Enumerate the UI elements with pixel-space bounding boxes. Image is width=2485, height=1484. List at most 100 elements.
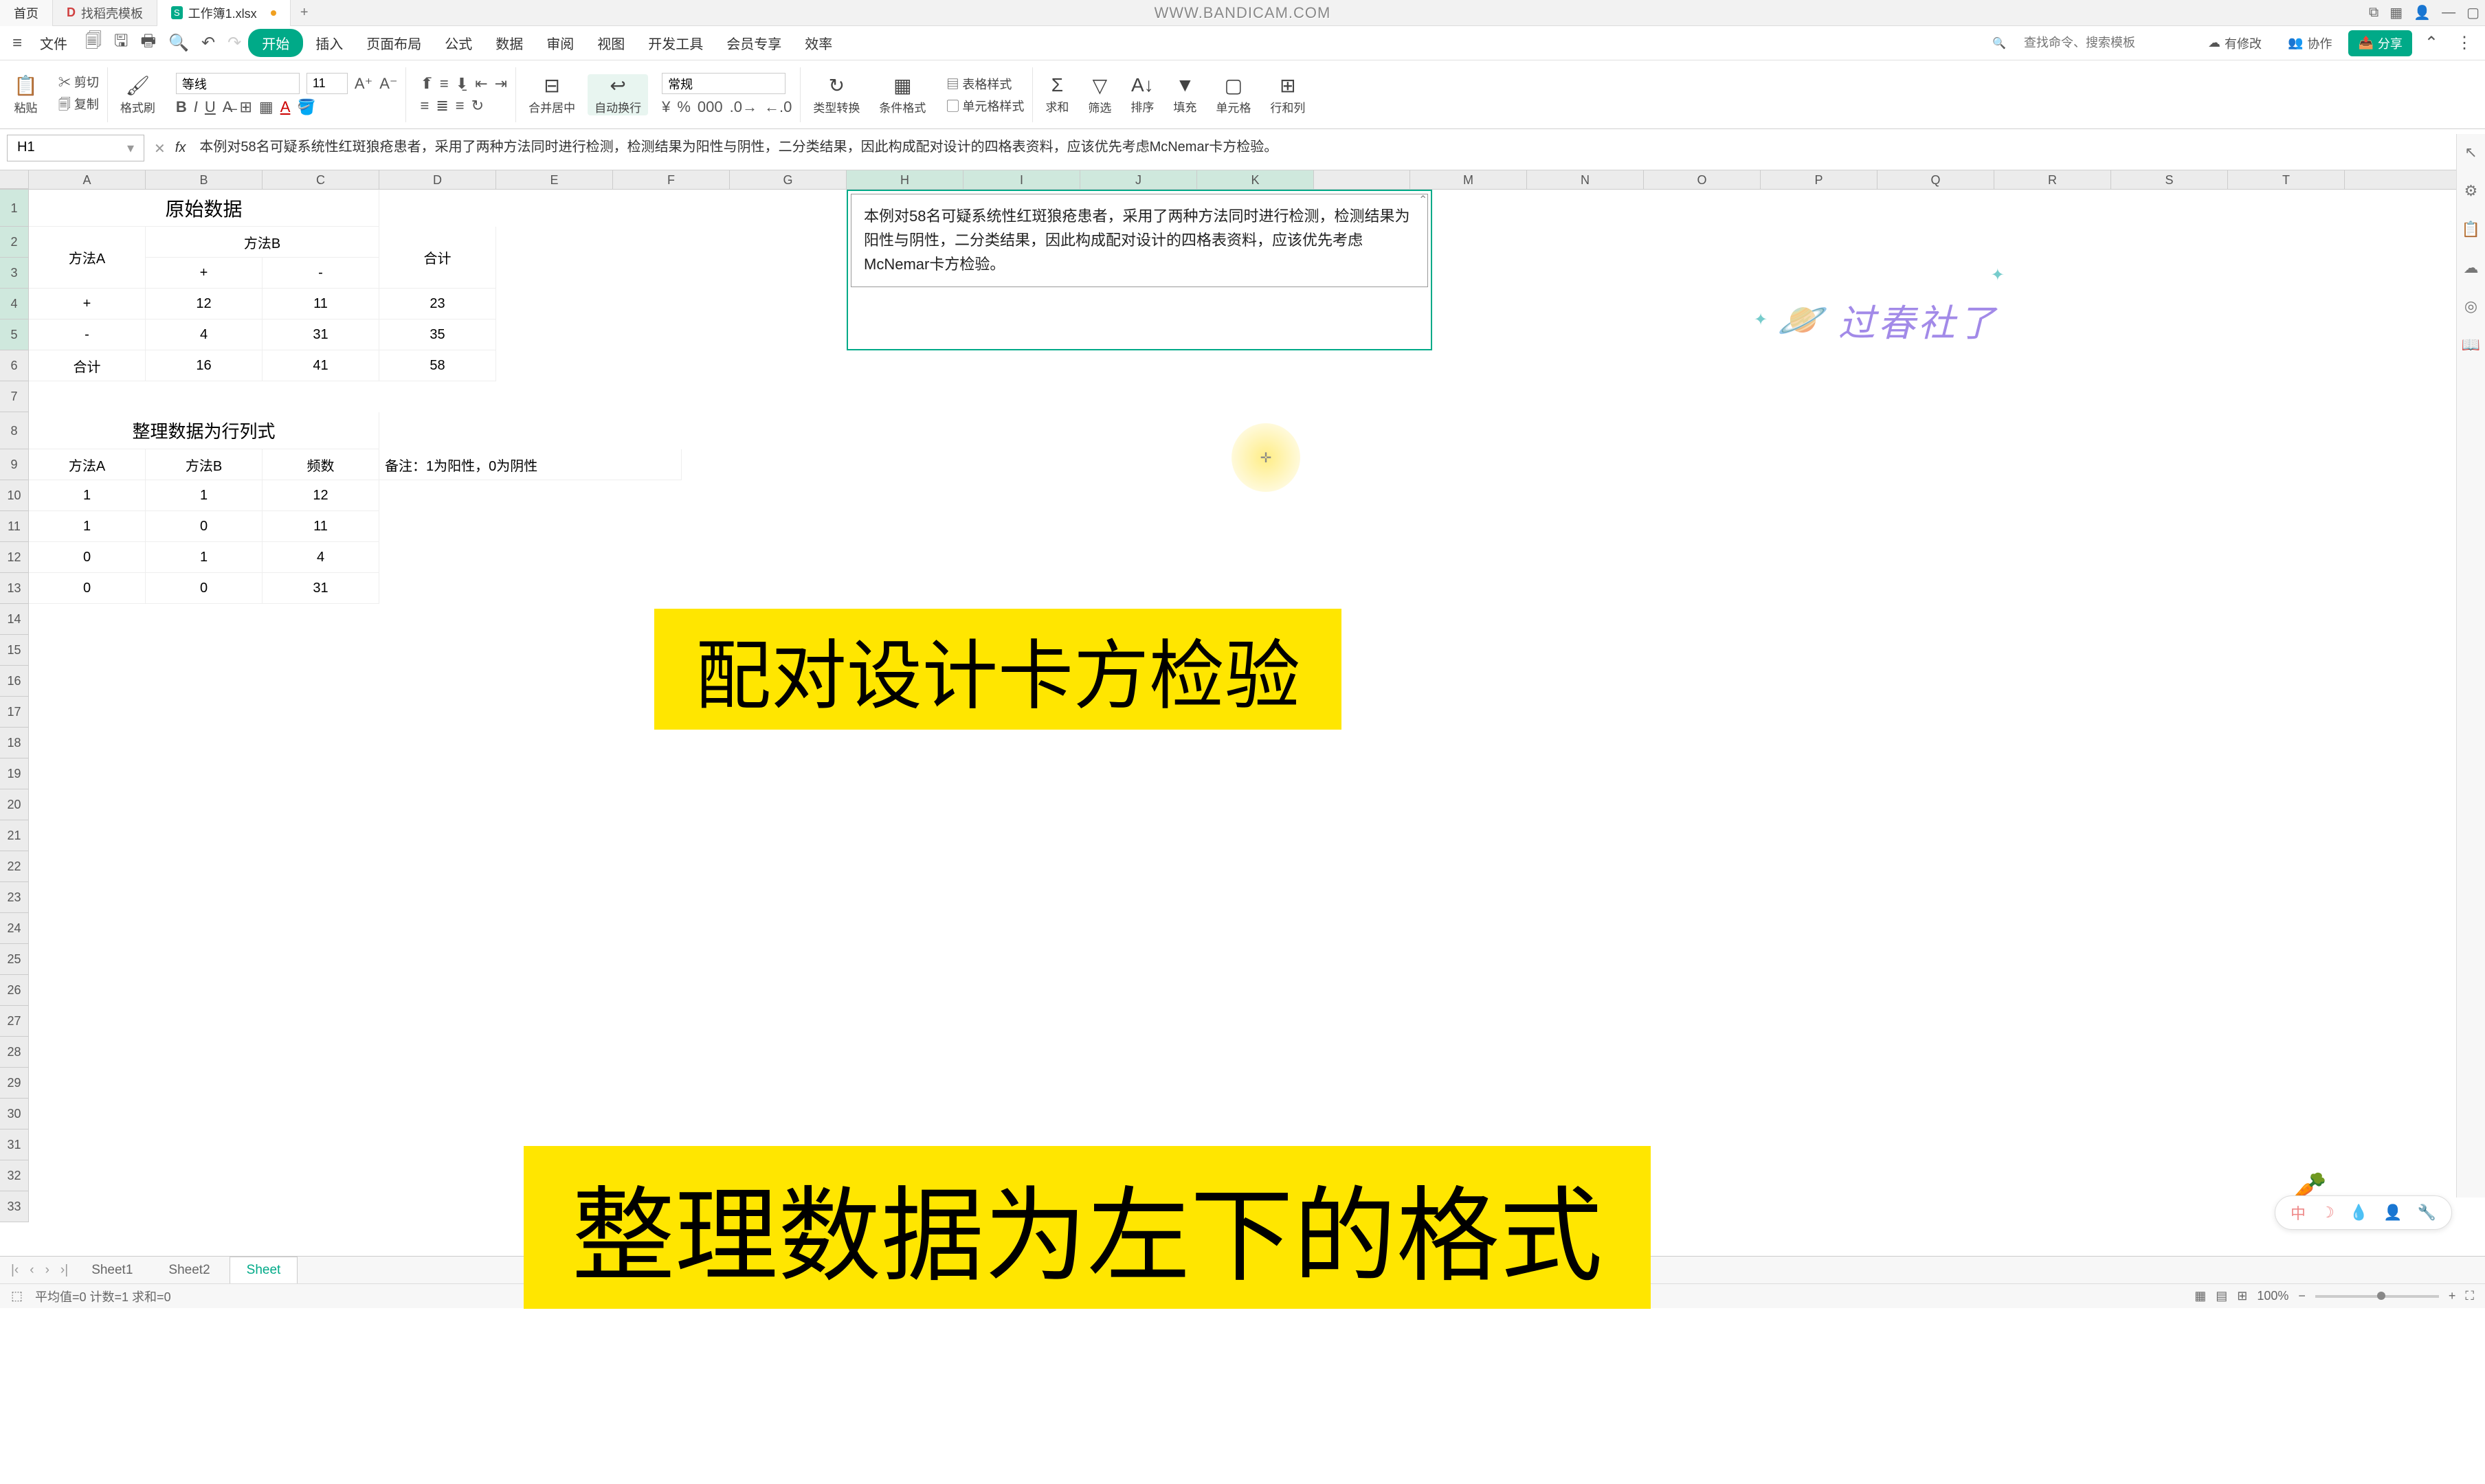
cell[interactable]: 4 [263, 542, 379, 573]
tab-home[interactable]: 首页 [0, 0, 53, 26]
record-icon[interactable]: ⬚ [11, 1289, 23, 1303]
sum-button[interactable]: Σ求和 [1038, 74, 1076, 115]
indent-decrease-icon[interactable]: ⇤ [475, 75, 487, 93]
row-header[interactable]: 21 [0, 820, 29, 851]
row-header[interactable]: 13 [0, 573, 29, 604]
sheets-prev-button[interactable]: ‹ [25, 1263, 38, 1278]
col-header[interactable]: J [1080, 170, 1197, 189]
font-name-select[interactable] [176, 73, 300, 94]
row-header[interactable]: 14 [0, 604, 29, 635]
row-header[interactable]: 10 [0, 480, 29, 511]
italic-button[interactable]: I [194, 98, 198, 116]
lang-icon[interactable]: 中 [2291, 1202, 2306, 1224]
sheet-tab-2[interactable]: Sheet2 [152, 1257, 226, 1283]
cloud-icon[interactable]: ☁ [2464, 259, 2479, 277]
zoom-in-button[interactable]: + [2449, 1289, 2456, 1303]
cell[interactable]: - [263, 258, 379, 289]
orientation-icon[interactable]: ↻ [471, 97, 484, 115]
book-icon[interactable]: 📖 [2462, 336, 2480, 354]
preview-icon[interactable]: 🔍 [163, 30, 194, 56]
row-header[interactable]: 28 [0, 1037, 29, 1068]
tab-view[interactable]: 视图 [586, 29, 636, 57]
tab-insert[interactable]: 插入 [304, 29, 354, 57]
collapse-chevron-icon[interactable]: ⌃ [1418, 193, 1427, 207]
cell[interactable]: 频数 [263, 449, 379, 480]
align-bottom-icon[interactable]: ⬇̱ [456, 75, 468, 93]
cell[interactable]: 方法A [29, 227, 146, 289]
format-painter-button[interactable]: 🖌格式刷 [113, 74, 162, 115]
col-header[interactable]: Q [1877, 170, 1994, 189]
cell[interactable]: 合计 [29, 350, 146, 381]
cell[interactable]: 31 [263, 319, 379, 350]
avatar-icon[interactable]: 👤 [2414, 4, 2431, 21]
cell[interactable]: 11 [263, 289, 379, 319]
cell[interactable]: 41 [263, 350, 379, 381]
grid-icon[interactable]: ▦ [2389, 4, 2403, 21]
pending-changes-button[interactable]: ☁有修改 [2198, 30, 2271, 56]
select-icon[interactable]: ↖ [2464, 144, 2477, 161]
row-header[interactable]: 18 [0, 728, 29, 758]
font-size-select[interactable] [307, 73, 348, 94]
cell[interactable]: 35 [379, 319, 496, 350]
align-center-icon[interactable]: ≣ [436, 97, 448, 115]
strike-button[interactable]: A̶ [223, 98, 233, 116]
decrease-decimal-icon[interactable]: ←.0 [764, 98, 792, 116]
cut-button[interactable]: ✂ 剪切 [58, 73, 99, 91]
cell[interactable]: 31 [263, 573, 379, 604]
tab-workbook[interactable]: S工作簿1.xlsx [157, 0, 291, 26]
collaborate-button[interactable]: 👥协作 [2278, 30, 2341, 56]
row-header[interactable]: 9 [0, 449, 29, 480]
col-header[interactable]: N [1527, 170, 1644, 189]
cell[interactable]: 0 [29, 542, 146, 573]
row-header[interactable]: 31 [0, 1129, 29, 1160]
cell[interactable]: 0 [146, 573, 263, 604]
cell[interactable]: 1 [146, 480, 263, 511]
col-header[interactable]: M [1410, 170, 1527, 189]
cell[interactable]: + [146, 258, 263, 289]
col-header[interactable]: C [263, 170, 379, 189]
fill-color-button[interactable]: 🪣 [297, 98, 315, 116]
cell[interactable]: 16 [146, 350, 263, 381]
row-col-button[interactable]: ⊞行和列 [1263, 74, 1312, 115]
row-header[interactable]: 24 [0, 913, 29, 944]
row-header[interactable]: 32 [0, 1160, 29, 1191]
target-icon[interactable]: ◎ [2464, 297, 2477, 315]
cell[interactable]: 12 [263, 480, 379, 511]
row-header[interactable]: 16 [0, 666, 29, 697]
cell[interactable]: 整理数据为行列式 [29, 412, 379, 449]
col-header[interactable]: E [496, 170, 613, 189]
row-header[interactable]: 11 [0, 511, 29, 542]
col-header[interactable] [1314, 170, 1410, 189]
cell[interactable]: 方法B [146, 227, 379, 258]
col-header[interactable]: R [1994, 170, 2111, 189]
row-header[interactable]: 1 [0, 190, 29, 227]
col-header[interactable]: F [613, 170, 730, 189]
sheets-last-button[interactable]: ›| [56, 1263, 72, 1278]
moon-icon[interactable]: ☽ [2321, 1204, 2334, 1222]
row-header[interactable]: 33 [0, 1191, 29, 1222]
maximize-button[interactable]: ▢ [2466, 4, 2480, 21]
tab-data[interactable]: 数据 [484, 29, 534, 57]
tab-efficiency[interactable]: 效率 [794, 29, 843, 57]
col-header[interactable]: O [1644, 170, 1761, 189]
row-header[interactable]: 5 [0, 319, 29, 350]
row-header[interactable]: 19 [0, 758, 29, 789]
clipboard-icon[interactable]: 📋 [2462, 221, 2480, 238]
zoom-out-button[interactable]: − [2298, 1289, 2306, 1303]
percent-icon[interactable]: % [677, 98, 691, 116]
cell[interactable]: - [29, 319, 146, 350]
tab-docer[interactable]: D找稻壳模板 [53, 0, 157, 26]
col-header[interactable]: P [1761, 170, 1877, 189]
cell-button[interactable]: ▢单元格 [1209, 74, 1258, 115]
type-convert-button[interactable]: ↻类型转换 [806, 74, 867, 115]
copy-button[interactable]: 🗐 复制 [58, 95, 99, 117]
cell-style-button[interactable]: ▢ 单元格样式 [946, 97, 1024, 115]
new-icon[interactable]: 🗐 [80, 26, 107, 60]
zoom-level[interactable]: 100% [2257, 1289, 2288, 1303]
col-header[interactable]: A [29, 170, 146, 189]
minimize-button[interactable]: — [2442, 5, 2455, 21]
comma-icon[interactable]: 000 [698, 98, 723, 116]
indent-increase-icon[interactable]: ⇥ [495, 75, 507, 93]
sort-button[interactable]: A↓排序 [1124, 74, 1161, 115]
sheets-next-button[interactable]: › [41, 1263, 54, 1278]
